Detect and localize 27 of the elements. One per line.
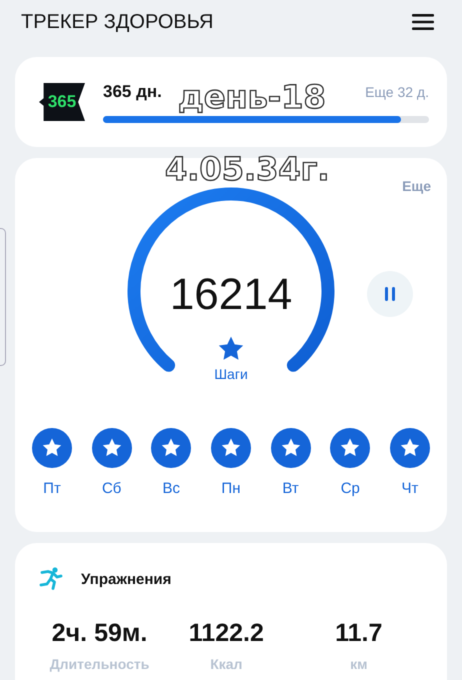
day-label: Пт: [43, 480, 61, 497]
day-label: Чт: [402, 480, 418, 497]
day-label: Сб: [102, 480, 122, 497]
exercise-title: Упражнения: [81, 570, 172, 588]
day-label: Ср: [340, 480, 360, 497]
stat-label: Ккал: [210, 656, 242, 672]
streak-label: 365 дн.: [103, 82, 162, 102]
running-person-icon: [39, 567, 63, 591]
page-title: ТРЕКЕР ЗДОРОВЬЯ: [21, 10, 214, 34]
steps-label: Шаги: [214, 366, 248, 382]
overlay-text: 4.05.34г.: [165, 150, 330, 188]
overlay-text: день-18: [178, 78, 326, 116]
day-label: Пн: [221, 480, 240, 497]
stat-value: 2ч. 59м.: [52, 619, 148, 648]
star-icon: [218, 336, 244, 361]
menu-icon[interactable]: [412, 13, 434, 31]
day-label: Вс: [162, 480, 180, 497]
stat-label: км: [350, 656, 368, 672]
pause-button[interactable]: [367, 271, 413, 317]
pause-icon: [385, 287, 395, 301]
stat-value: 1122.2: [188, 619, 264, 648]
day-label: Вт: [282, 480, 299, 497]
stat-value: 11.7: [335, 619, 382, 648]
streak-badge: 365: [39, 83, 85, 121]
step-count: 16214: [170, 270, 292, 320]
remaining-text: Еще 32 д.: [365, 84, 429, 100]
stat-label: Длительность: [50, 656, 150, 672]
